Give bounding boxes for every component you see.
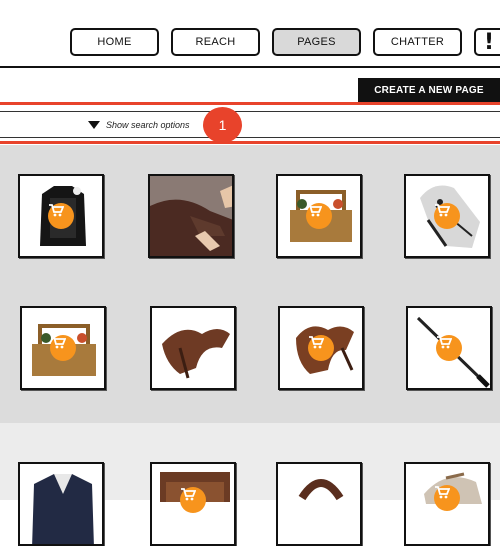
product-tile[interactable]: [148, 174, 234, 258]
shopping-cart-icon[interactable]: [48, 203, 74, 229]
product-tile[interactable]: [20, 306, 106, 390]
product-tile[interactable]: [276, 174, 362, 258]
girth-strap-image: [298, 479, 344, 501]
product-tile[interactable]: [404, 174, 490, 258]
nav-home-button[interactable]: HOME: [70, 28, 159, 56]
search-toggle-label: Show search options: [106, 120, 190, 130]
shopping-cart-icon[interactable]: [434, 203, 460, 229]
create-page-button[interactable]: CREATE A NEW PAGE: [358, 78, 500, 102]
triangle-down-icon: [88, 121, 100, 129]
nav-chatter-button[interactable]: CHATTER: [373, 28, 462, 56]
shopping-cart-icon[interactable]: [308, 335, 334, 361]
product-tile[interactable]: [404, 462, 490, 546]
product-tile[interactable]: [406, 306, 492, 390]
product-tile[interactable]: [150, 462, 236, 546]
shopping-cart-icon[interactable]: [306, 203, 332, 229]
product-tile[interactable]: [276, 462, 362, 546]
show-search-options-toggle[interactable]: Show search options: [88, 117, 190, 133]
highlight-bottom-line: [0, 141, 500, 144]
alert-button[interactable]: !: [474, 28, 500, 56]
shopping-cart-icon[interactable]: [436, 335, 462, 361]
annotation-step-badge: 1: [203, 107, 242, 143]
shopping-cart-icon[interactable]: [434, 485, 460, 511]
highlight-top-line: [0, 102, 500, 105]
search-bar-bottom-border: [0, 137, 500, 138]
product-tile[interactable]: [278, 306, 364, 390]
nav-reach-button[interactable]: REACH: [171, 28, 260, 56]
shopping-cart-icon[interactable]: [50, 335, 76, 361]
product-tile[interactable]: [150, 306, 236, 390]
header-divider: [0, 66, 500, 68]
search-bar-top-border: [0, 111, 500, 112]
riding-jacket-image: [32, 474, 94, 544]
english-saddle-image: [162, 329, 230, 379]
product-tile[interactable]: [18, 174, 104, 258]
horse-grooming-photo-image: [150, 176, 232, 256]
nav-pages-button[interactable]: PAGES: [272, 28, 361, 56]
product-tile[interactable]: [18, 462, 104, 546]
shopping-cart-icon[interactable]: [180, 487, 206, 513]
search-options-bar: [0, 110, 500, 140]
